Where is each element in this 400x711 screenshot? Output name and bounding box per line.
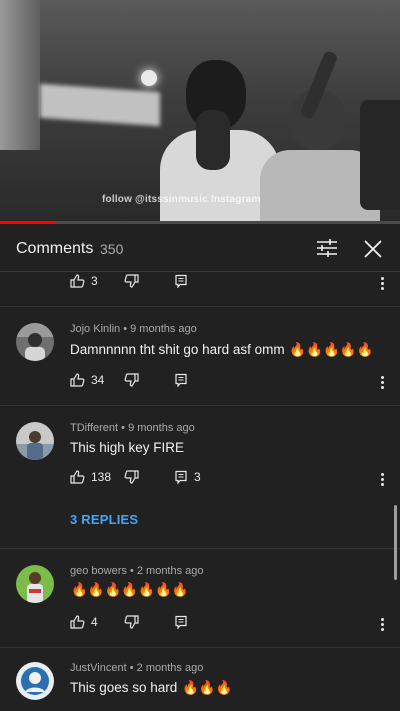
- dislike-button[interactable]: [124, 373, 139, 387]
- more-options-icon[interactable]: [377, 472, 387, 488]
- view-replies-link[interactable]: 3 REPLIES: [70, 512, 138, 527]
- comment-actions: 3: [70, 274, 390, 296]
- fire-emoji: 🔥🔥🔥🔥🔥🔥🔥: [71, 582, 189, 597]
- more-options-icon[interactable]: [377, 375, 387, 391]
- comment-time: 2 months ago: [136, 662, 204, 674]
- thumbs-up-icon: [70, 373, 85, 387]
- like-button[interactable]: 4: [70, 615, 98, 629]
- reply-comment-icon: [175, 274, 187, 288]
- scrollbar[interactable]: [394, 505, 397, 580]
- comment-text: This high key FIRE: [70, 440, 185, 455]
- comment-author[interactable]: TDifferent: [70, 422, 118, 434]
- filter-sliders-icon[interactable]: [314, 236, 340, 260]
- comment-meta: JustVincent • 2 months ago: [70, 662, 204, 674]
- video-player[interactable]: follow @itsssinmusic Instagram: [0, 0, 400, 222]
- comment-text: This goes so hard 🔥🔥🔥: [70, 680, 233, 695]
- comment-author[interactable]: JustVincent: [70, 662, 127, 674]
- fire-emoji: 🔥🔥🔥🔥🔥: [289, 342, 374, 357]
- comment-actions: 138 3: [70, 470, 390, 492]
- reply-comment-icon: [175, 470, 187, 484]
- more-options-icon[interactable]: [377, 276, 387, 292]
- comment-item: geo bowers • 2 months ago 🔥🔥🔥🔥🔥🔥🔥 4: [0, 549, 400, 647]
- reply-count: 3: [194, 470, 201, 484]
- comment-meta: Jojo Kinlin • 9 months ago: [70, 323, 197, 335]
- like-count: 138: [91, 470, 112, 484]
- avatar[interactable]: [16, 323, 54, 361]
- comment-author[interactable]: geo bowers: [70, 565, 127, 577]
- comment-actions: 4: [70, 615, 390, 637]
- avatar[interactable]: [16, 565, 54, 603]
- thumbs-down-icon: [124, 274, 139, 288]
- video-frame-light: [40, 83, 160, 127]
- thumbs-down-icon: [124, 615, 139, 629]
- like-button[interactable]: 138: [70, 470, 111, 484]
- comment-item: JustVincent • 2 months ago This goes so …: [0, 648, 400, 711]
- thumbs-up-icon: [70, 615, 85, 629]
- dislike-button[interactable]: [124, 615, 139, 629]
- like-count: 3: [91, 274, 98, 288]
- reply-button[interactable]: [174, 373, 188, 387]
- avatar[interactable]: [16, 422, 54, 460]
- like-button[interactable]: 34: [70, 373, 104, 387]
- reply-comment-icon: [175, 373, 187, 387]
- dislike-button[interactable]: [124, 470, 139, 484]
- comment-time: 9 months ago: [130, 323, 197, 335]
- comment-time: 2 months ago: [136, 565, 204, 577]
- fire-emoji: 🔥🔥🔥: [182, 680, 233, 695]
- like-count: 34: [91, 373, 105, 387]
- like-button[interactable]: 3: [70, 274, 98, 288]
- comment-actions: 34: [70, 373, 390, 395]
- thumbs-down-icon: [124, 373, 139, 387]
- comment-author[interactable]: Jojo Kinlin: [70, 323, 120, 335]
- thumbs-up-icon: [70, 274, 85, 288]
- video-frame-window: [0, 0, 40, 150]
- comment-item: Jojo Kinlin • 9 months ago Damnnnnn tht …: [0, 307, 400, 405]
- comment-text: 🔥🔥🔥🔥🔥🔥🔥: [70, 582, 189, 598]
- close-icon[interactable]: [360, 236, 386, 262]
- avatar[interactable]: [16, 662, 54, 700]
- thumbs-down-icon: [124, 470, 139, 484]
- comment-text: Damnnnnn tht shit go hard asf omm 🔥🔥🔥🔥🔥: [70, 342, 374, 357]
- more-options-icon[interactable]: [377, 617, 387, 633]
- comment-meta: TDifferent • 9 months ago: [70, 422, 195, 434]
- thumbs-up-icon: [70, 470, 85, 484]
- like-count: 4: [91, 615, 98, 629]
- comments-count: 350: [100, 241, 124, 257]
- comment-time: 9 months ago: [128, 422, 195, 434]
- dislike-button[interactable]: [124, 274, 139, 288]
- reply-comment-icon: [175, 615, 187, 629]
- comments-header: Comments 350: [0, 224, 400, 272]
- comment-meta: geo bowers • 2 months ago: [70, 565, 204, 577]
- video-watermark: follow @itsssinmusic Instagram: [102, 194, 261, 205]
- comments-title: Comments: [16, 240, 94, 257]
- video-frame-equipment: [360, 100, 400, 210]
- reply-button[interactable]: [174, 274, 188, 288]
- comment-item: TDifferent • 9 months ago This high key …: [0, 406, 400, 548]
- video-frame-lamp: [141, 70, 157, 86]
- reply-button[interactable]: 3: [174, 470, 201, 484]
- reply-button[interactable]: [174, 615, 188, 629]
